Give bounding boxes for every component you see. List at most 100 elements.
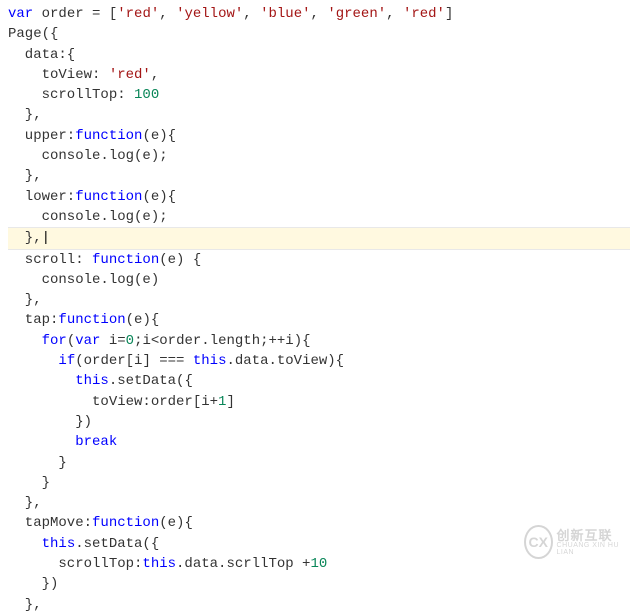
code-token: toView: [8,67,109,83]
code-token: upper: [8,128,75,144]
code-token [8,373,75,389]
code-token: 100 [134,87,159,103]
code-token: data:{ [8,47,75,63]
code-token: ] [226,394,234,410]
code-token: 10 [310,556,327,572]
code-token: | [42,230,50,246]
watermark-logo-text: CX [529,532,548,552]
code-line: console.log(e) [8,270,630,290]
code-token: 'blue' [260,6,310,22]
code-token: this [142,556,176,572]
watermark-en: CHUANG XIN HU LIAN [557,542,624,556]
code-line: tap:function(e){ [8,310,630,330]
code-token: 'red' [117,6,159,22]
code-line: console.log(e); [8,207,630,227]
code-token: (e) { [159,252,201,268]
code-token: for [42,333,67,349]
code-token: lower: [8,189,75,205]
code-token [8,353,58,369]
code-line: }, [8,595,630,615]
code-line: scroll: function(e) { [8,250,630,270]
code-token: } [8,475,50,491]
code-token: console.log(e); [8,148,168,164]
code-token [8,333,42,349]
code-line: for(var i=0;i<order.length;++i){ [8,331,630,351]
code-token: function [75,128,142,144]
code-token: }, [8,597,42,613]
code-line: if(order[i] === this.data.toView){ [8,351,630,371]
code-token: (e){ [142,189,176,205]
code-line: }, [8,290,630,310]
code-token: 0 [126,333,134,349]
code-line: scrollTop: 100 [8,85,630,105]
code-token [8,536,42,552]
watermark: CX 创新互联 CHUANG XIN HU LIAN [524,522,624,562]
code-line: }) [8,412,630,432]
code-token: this [75,373,109,389]
code-token: }, [8,168,42,184]
code-line: }) [8,574,630,594]
code-token: , [151,67,159,83]
code-token: , [386,6,403,22]
code-token: function [58,312,125,328]
code-line: data:{ [8,45,630,65]
code-token: 'green' [327,6,386,22]
code-token: var [8,6,33,22]
code-line: upper:function(e){ [8,126,630,146]
code-token: break [75,434,117,450]
code-line: lower:function(e){ [8,187,630,207]
code-token: scroll: [8,252,92,268]
code-token: }, [8,230,42,246]
code-token: .setData({ [75,536,159,552]
code-token: , [311,6,328,22]
code-token: (e){ [142,128,176,144]
code-token: scrollTop: [8,556,142,572]
code-token: order = [ [33,6,117,22]
code-line: } [8,453,630,473]
code-token: , [159,6,176,22]
code-token: console.log(e) [8,272,159,288]
code-line: break [8,432,630,452]
code-token: Page({ [8,26,58,42]
code-token: 'yellow' [176,6,243,22]
watermark-text: 创新互联 CHUANG XIN HU LIAN [557,529,624,556]
code-token: ( [67,333,75,349]
code-token: tap: [8,312,58,328]
code-token: 'red' [109,67,151,83]
code-token [8,434,75,450]
code-line: this.setData({ [8,371,630,391]
code-line: }, [8,105,630,125]
code-token: ] [445,6,453,22]
code-line: }, [8,166,630,186]
code-token: .data.scrllTop + [176,556,310,572]
code-token: }, [8,495,42,511]
code-line: var order = ['red', 'yellow', 'blue', 'g… [8,4,630,24]
code-token: console.log(e); [8,209,168,225]
code-line: toView:order[i+1] [8,392,630,412]
code-line: console.log(e); [8,146,630,166]
code-token: }, [8,107,42,123]
code-token: var [75,333,100,349]
code-token: , [243,6,260,22]
watermark-logo-icon: CX [524,525,553,559]
code-token: tapMove: [8,515,92,531]
watermark-cn: 创新互联 [557,529,624,542]
code-token: if [58,353,75,369]
code-line: }, [8,493,630,513]
code-token: toView:order[i+ [8,394,218,410]
code-token: 'red' [403,6,445,22]
code-token: }, [8,292,42,308]
code-line: } [8,473,630,493]
code-token: function [92,252,159,268]
code-line: Page({ [8,24,630,44]
code-token: }) [8,414,92,430]
code-line: toView: 'red', [8,65,630,85]
code-token: this [42,536,76,552]
code-line: },| [8,227,630,249]
code-token: .data.toView){ [226,353,344,369]
code-token: ;i<order.length;++i){ [134,333,310,349]
code-token: function [75,189,142,205]
code-token: (e){ [159,515,193,531]
code-token: (e){ [126,312,160,328]
code-token: scrollTop: [8,87,134,103]
